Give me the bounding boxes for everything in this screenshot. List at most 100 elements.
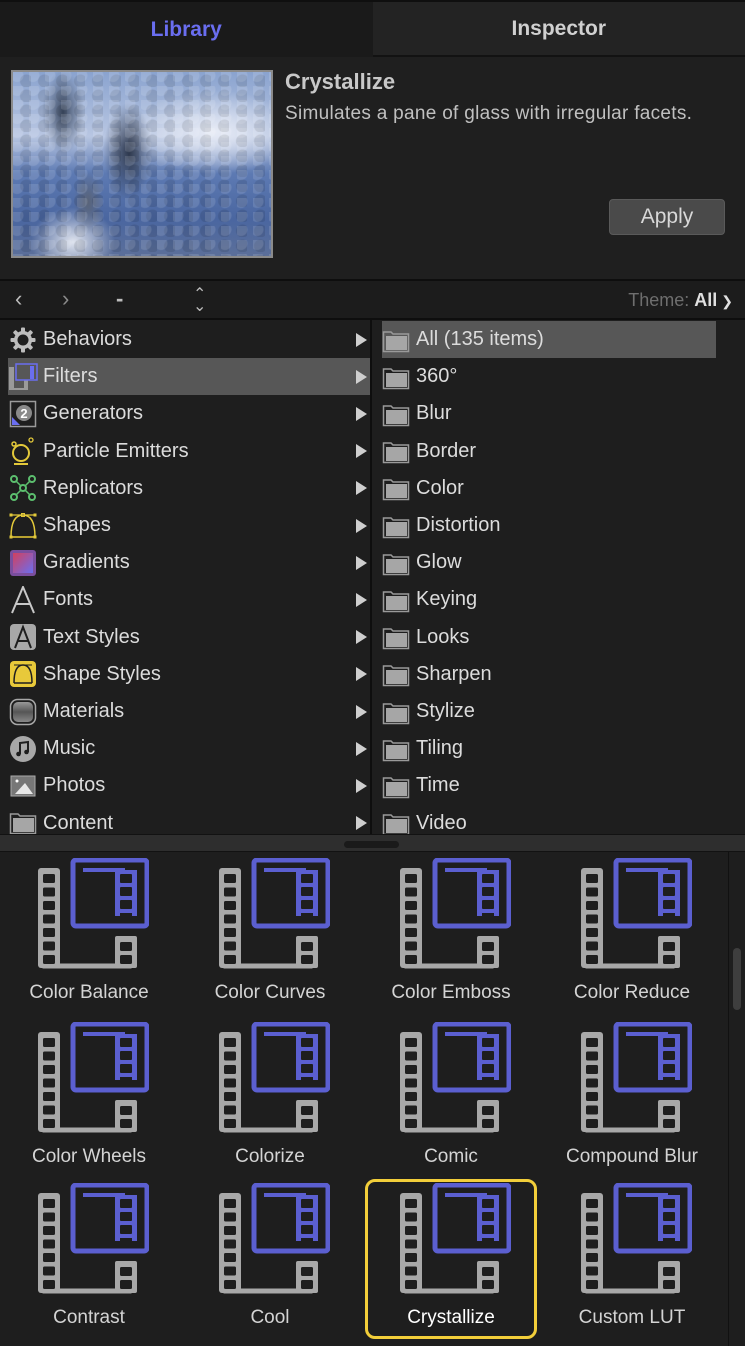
theme-value: All <box>694 290 718 310</box>
material-icon <box>8 697 38 727</box>
disclosure-arrow-icon <box>356 778 367 793</box>
sidebar-item-text-styles[interactable]: Text Styles <box>8 619 370 656</box>
generator-icon: 2 <box>8 399 38 429</box>
folder-item[interactable]: All (135 items) <box>382 321 716 358</box>
theme-popup[interactable]: Theme: All ❯ <box>628 290 733 311</box>
sort-stepper-icon[interactable]: ⌃ ⌄ <box>193 287 206 315</box>
folder-item[interactable]: 360° <box>382 358 716 395</box>
sidebar-item-music[interactable]: Music <box>8 730 370 767</box>
folder-item[interactable]: Tiling <box>382 730 716 767</box>
chevron-down-icon: ❯ <box>721 293 733 309</box>
folder-label: 360° <box>416 365 458 388</box>
filter-tile[interactable]: Color Wheels <box>3 1018 175 1178</box>
folder-label: Glow <box>416 551 462 574</box>
path-popup[interactable]: - <box>116 287 123 311</box>
filter-tile[interactable]: Crystallize <box>365 1179 537 1339</box>
folder-icon <box>382 738 410 761</box>
vertical-scrollbar[interactable] <box>728 852 745 1346</box>
back-button[interactable]: ‹ <box>15 287 22 311</box>
folder-item[interactable]: Stylize <box>382 693 716 730</box>
filter-tile[interactable]: Color Emboss <box>365 854 537 1014</box>
sidebar-item-shape-styles[interactable]: Shape Styles <box>8 656 370 693</box>
sidebar-item-label: Text Styles <box>43 625 140 648</box>
folder-icon <box>382 775 410 799</box>
sidebar-item-shapes[interactable]: Shapes <box>8 507 370 544</box>
folder-label: Looks <box>416 625 470 648</box>
forward-button[interactable]: › <box>62 287 69 311</box>
sidebar-item-replicators[interactable]: Replicators <box>8 470 370 507</box>
filter-label: Color Balance <box>29 982 149 1003</box>
filter-tile[interactable]: Comic <box>365 1018 537 1178</box>
folder-label: Stylize <box>416 700 475 722</box>
pane-divider[interactable] <box>0 834 745 852</box>
sidebar-item-label: Gradients <box>43 551 130 574</box>
sidebar-item-label: Shape Styles <box>43 662 161 685</box>
filter-label: Custom LUT <box>578 1307 686 1328</box>
disclosure-arrow-icon <box>356 592 367 607</box>
filter-label: Color Wheels <box>31 1146 147 1167</box>
sidebar-item-label: Generators <box>43 402 144 425</box>
folder-icon <box>382 812 410 834</box>
sidebar-item-label: Behaviors <box>43 328 132 350</box>
shape-style-icon <box>8 659 38 689</box>
filter-tile[interactable]: Color Reduce <box>546 854 718 1014</box>
folder-item[interactable]: Distortion <box>382 507 716 544</box>
tab-library[interactable]: Library <box>0 2 373 57</box>
filter-tile[interactable]: Custom LUT <box>546 1179 718 1339</box>
divider-handle[interactable] <box>344 841 399 848</box>
folder-label: Distortion <box>416 514 501 536</box>
folder-item[interactable]: Color <box>382 470 716 507</box>
sidebar-item-content[interactable]: Content <box>8 805 370 834</box>
sidebar-item-gradients[interactable]: Gradients <box>8 544 370 581</box>
filter-tile[interactable]: Compound Blur <box>546 1018 718 1178</box>
folder-label: Border <box>416 439 477 462</box>
folder-item[interactable]: Time <box>382 767 716 804</box>
sidebar-item-materials[interactable]: Materials <box>8 693 370 730</box>
filter-label: Colorize <box>235 1146 305 1167</box>
folder-item[interactable]: Glow <box>382 544 716 581</box>
folder-icon <box>382 366 410 389</box>
music-icon <box>8 734 38 764</box>
folder-label: Video <box>416 811 467 834</box>
text-style-icon <box>8 622 38 652</box>
filter-grid: Color Balance Color Curves Color Emboss … <box>0 852 728 1346</box>
sidebar-item-generators[interactable]: 2 Generators <box>8 395 370 432</box>
tab-inspector[interactable]: Inspector <box>372 2 745 57</box>
theme-label: Theme: <box>628 290 690 310</box>
sidebar-item-fonts[interactable]: Fonts <box>8 581 370 618</box>
folder-icon <box>382 515 410 538</box>
folder-item[interactable]: Looks <box>382 619 716 656</box>
preview-area: Crystallize Simulates a pane of glass wi… <box>0 57 745 279</box>
filter-label: Comic <box>424 1146 478 1167</box>
filter-tile[interactable]: Colorize <box>184 1018 356 1178</box>
sidebar-item-photos[interactable]: Photos <box>8 767 370 804</box>
folder-label: Time <box>416 774 460 797</box>
disclosure-arrow-icon <box>356 332 367 347</box>
replicator-icon <box>8 473 38 503</box>
folder-item[interactable]: Video <box>382 805 716 834</box>
sidebar-item-particle-emitters[interactable]: Particle Emitters <box>8 433 370 470</box>
filter-tile[interactable]: Color Curves <box>184 854 356 1014</box>
filter-tile[interactable]: Contrast <box>3 1179 175 1339</box>
font-icon <box>8 585 38 615</box>
folder-item[interactable]: Sharpen <box>382 656 716 693</box>
shape-icon <box>8 511 38 541</box>
scrollbar-thumb[interactable] <box>733 948 741 1010</box>
folder-item[interactable]: Keying <box>382 581 716 618</box>
disclosure-arrow-icon <box>356 444 367 459</box>
sidebar-item-filters[interactable]: Filters <box>8 358 370 396</box>
sidebar-item-behaviors[interactable]: Behaviors <box>8 321 370 358</box>
folder-icon <box>382 701 410 724</box>
apply-button[interactable]: Apply <box>609 199 725 235</box>
disclosure-arrow-icon <box>356 704 367 719</box>
filter-tile[interactable]: Color Balance <box>3 854 175 1014</box>
folder-label: All (135 items) <box>416 328 544 350</box>
disclosure-arrow-icon <box>356 816 367 831</box>
sidebar-item-label: Shapes <box>43 514 111 536</box>
photo-icon <box>8 771 38 801</box>
folder-item[interactable]: Blur <box>382 395 716 432</box>
folder-item[interactable]: Border <box>382 433 716 470</box>
sidebar-item-label: Materials <box>43 700 125 722</box>
sidebar-item-label: Filters <box>43 365 98 388</box>
filter-tile[interactable]: Cool <box>184 1179 356 1339</box>
